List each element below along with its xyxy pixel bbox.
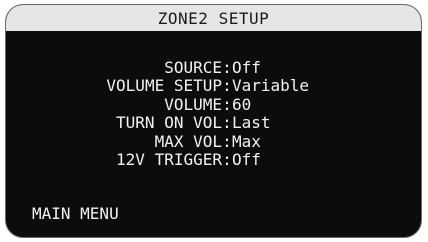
setting-label: VOLUME SETUP: [106, 76, 222, 96]
separator-colon: :: [222, 94, 232, 114]
setting-value: Variable: [232, 76, 310, 96]
setting-value: 60: [232, 94, 252, 114]
setting-volume-setup[interactable]: VOLUME SETUP: Variable: [6, 76, 421, 96]
setting-label: SOURCE: [164, 58, 222, 77]
settings-list: SOURCE: Off VOLUME SETUP: Variable VOLUME:…: [6, 58, 421, 170]
setting-turn-on-vol[interactable]: TURN ON VOL: Last: [6, 113, 421, 133]
setting-max-vol[interactable]: MAX VOL: Max: [6, 131, 421, 151]
separator-colon: :: [222, 131, 232, 151]
setting-value: Max: [232, 131, 261, 151]
setting-label: TURN ON VOL: [116, 113, 222, 133]
setting-volume[interactable]: VOLUME:60: [6, 94, 421, 114]
setting-value: Off: [232, 150, 261, 170]
setting-value: Last: [232, 113, 271, 133]
setting-label: 12V TRIGGER: [116, 150, 222, 170]
separator-colon: :: [222, 58, 232, 77]
setting-12v-trigger[interactable]: 12V TRIGGER: Off: [6, 150, 421, 170]
separator-colon: :: [222, 113, 232, 133]
setting-label: MAX VOL: [154, 131, 222, 151]
separator-colon: :: [222, 76, 232, 96]
setting-source[interactable]: SOURCE: Off: [6, 58, 421, 77]
setting-value: Off: [232, 58, 261, 77]
panel-title: ZONE2 SETUP: [6, 5, 421, 31]
zone2-setup-panel: ZONE2 SETUP SOURCE: Off VOLUME SETUP: Vari…: [5, 4, 422, 238]
main-menu-item[interactable]: MAIN MENU: [32, 204, 119, 223]
setting-label: VOLUME: [164, 94, 222, 114]
separator-colon: :: [222, 150, 232, 170]
